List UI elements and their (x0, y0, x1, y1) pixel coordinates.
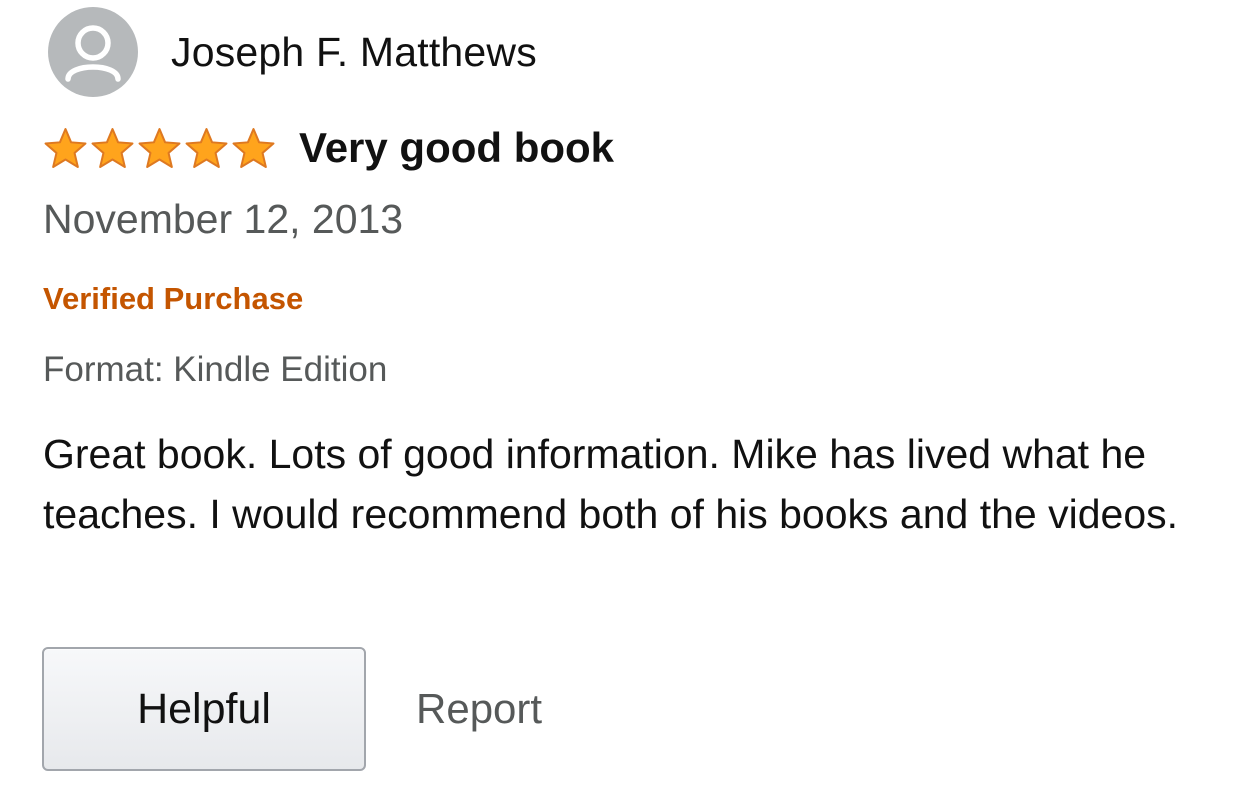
star-filled-icon (91, 127, 134, 168)
review-actions: Helpful Report (42, 646, 542, 772)
star-rating (42, 126, 277, 171)
review-headline[interactable]: Very good book (299, 127, 614, 169)
star-filled-icon (138, 127, 181, 168)
user-silhouette-icon (65, 25, 121, 82)
helpful-button[interactable]: Helpful (42, 647, 366, 771)
verified-purchase-badge: Verified Purchase (43, 281, 304, 316)
report-link[interactable]: Report (416, 685, 542, 733)
star-filled-icon (44, 127, 87, 168)
review-date: November 12, 2013 (43, 196, 404, 242)
review-body: Great book. Lots of good information. Mi… (43, 431, 1179, 537)
reviewer-profile[interactable]: Joseph F. Matthews (48, 7, 537, 97)
avatar[interactable] (48, 7, 138, 97)
product-format: Format: Kindle Edition (43, 350, 388, 389)
review-card: Joseph F. Matthews Very good book Novemb… (0, 0, 1242, 812)
star-filled-icon (232, 127, 275, 168)
star-filled-icon (185, 127, 228, 168)
rating-row: Very good book (42, 122, 614, 174)
reviewer-name[interactable]: Joseph F. Matthews (171, 31, 537, 73)
